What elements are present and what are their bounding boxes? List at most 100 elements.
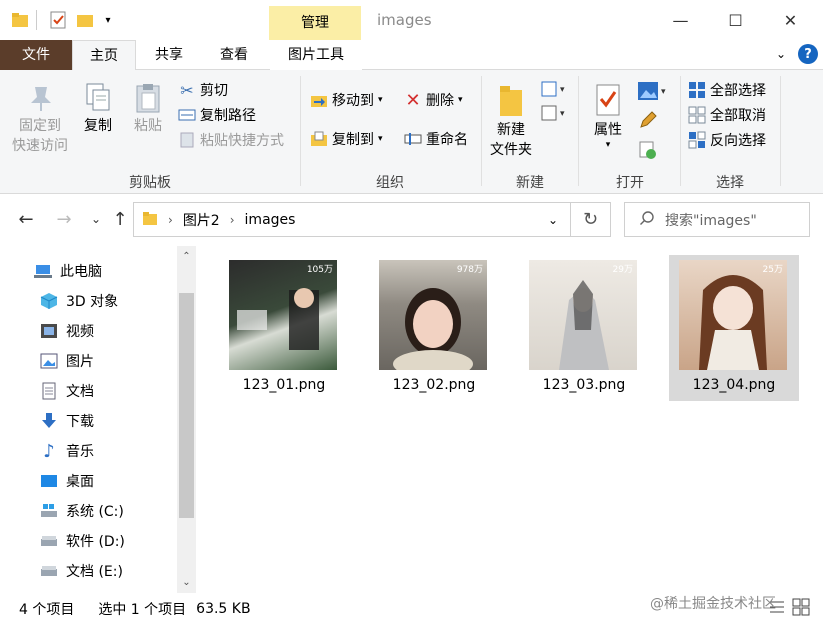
paste-shortcut-button[interactable]: 粘贴快捷方式 [178,128,284,152]
maximize-button[interactable]: ☐ [708,0,763,40]
selected-size: 63.5 KB [196,600,251,617]
nav-item-3d-objects[interactable]: 3D 对象 [40,286,118,316]
file-item[interactable]: 25万 123_04.png [669,255,799,401]
dropdown-arrow-icon: ▾ [605,140,611,150]
tab-picture-tools[interactable]: 图片工具 [270,40,362,70]
nav-item-videos[interactable]: 视频 [40,316,94,346]
folder-icon [142,210,158,230]
nav-item-music[interactable]: ♪ 音乐 [40,436,94,466]
nav-item-label: 3D 对象 [66,294,119,310]
easy-access-icon: ▾ [540,105,566,126]
breadcrumb-item[interactable]: images [245,212,296,228]
collapse-ribbon-icon[interactable]: ⌄ [771,44,791,64]
context-tab-manage[interactable]: 管理 [269,6,361,40]
drive-c-icon [40,502,58,520]
copy-path-label: 复制路径 [200,108,256,124]
view-count-badge: 25万 [762,265,783,275]
nav-item-documents[interactable]: 文档 [40,376,94,406]
nav-item-desktop[interactable]: 桌面 [40,466,94,496]
breadcrumb-item[interactable]: 图片2 [183,210,220,230]
copy-label: 复制 [84,118,112,134]
paste-button[interactable]: 粘贴 [128,80,168,136]
copy-path-button[interactable]: 复制路径 [178,103,256,127]
file-item[interactable]: 978万 123_02.png [369,255,499,401]
select-none-icon [688,106,706,124]
nav-item-this-pc[interactable]: 此电脑 [34,256,102,286]
drive-icon [40,562,58,580]
nav-item-label: 此电脑 [60,264,102,280]
copy-path-icon [178,106,196,124]
new-folder-label-line1: 新建 [497,122,525,138]
new-folder-label-line2: 文件夹 [490,142,532,158]
forward-arrow-icon[interactable]: → [52,207,76,231]
rename-label: 重命名 [426,132,468,148]
select-all-label: 全部选择 [710,83,766,99]
svg-text:▾: ▾ [560,85,565,95]
scroll-up-icon[interactable]: ⌃ [177,246,196,266]
scroll-down-icon[interactable]: ⌄ [177,572,196,592]
tab-file[interactable]: 文件 [0,40,72,70]
file-thumbnail: 29万 [529,260,637,370]
back-arrow-icon[interactable]: ← [14,207,38,231]
search-icon [639,210,655,230]
copy-button[interactable]: 复制 [78,80,118,136]
group-label-open: 打开 [616,175,644,191]
scrollbar-thumb[interactable] [179,293,194,518]
open-button[interactable]: ▾ [636,80,672,102]
new-folder-icon [486,80,536,120]
recent-locations-chevron-icon[interactable]: ⌄ [84,207,108,231]
file-item[interactable]: 29万 123_03.png [519,255,649,401]
edit-button[interactable] [638,110,660,132]
large-icons-view-icon[interactable] [792,598,810,620]
watermark: @稀土掘金技术社区 [650,596,776,612]
properties-button[interactable]: 属性 ▾ [588,80,628,150]
new-folder-button[interactable]: 新建 文件夹 [486,80,536,160]
rename-button[interactable]: 重命名 [404,127,468,151]
nav-item-label: 文档 [66,384,94,400]
pin-label-line2: 快速访问 [12,138,68,154]
divider [578,76,579,186]
nav-item-drive-c[interactable]: 系统 (C:) [40,496,124,526]
group-label-clipboard: 剪贴板 [129,175,171,191]
nav-item-drive-e[interactable]: 文档 (E:) [40,556,123,586]
nav-item-drive-d[interactable]: 软件 (D:) [40,526,125,556]
move-to-button[interactable]: 移动到 ▾ [310,88,383,112]
easy-access-button[interactable]: ▾ [540,104,568,124]
select-all-icon [688,81,706,99]
drive-icon [40,532,58,550]
select-all-button[interactable]: 全部选择 [688,78,766,102]
copy-to-icon [310,130,328,148]
invert-selection-button[interactable]: 反向选择 [688,128,766,152]
folder-icon[interactable] [10,10,30,30]
nav-item-downloads[interactable]: 下载 [40,406,94,436]
delete-button[interactable]: ✕ 删除 ▾ [404,88,462,112]
up-arrow-icon[interactable]: ↑ [108,207,132,231]
help-icon[interactable]: ? [798,44,818,64]
address-history-chevron-icon[interactable]: ⌄ [548,213,558,227]
search-input[interactable]: 搜索"images" [624,202,810,237]
cut-button[interactable]: ✂ 剪切 [178,78,228,102]
address-bar[interactable]: › 图片2 › images ⌄ [133,202,571,237]
properties-check-icon[interactable] [48,10,68,30]
tab-view[interactable]: 查看 [203,40,265,70]
copy-to-button[interactable]: 复制到 ▾ [310,127,383,151]
file-name: 123_04.png [692,377,776,393]
new-folder-icon[interactable] [75,10,95,30]
pin-quick-access-button[interactable]: 固定到 快速访问 [8,80,72,156]
file-item[interactable]: 105万 123_01.png [219,255,349,401]
history-button[interactable] [638,140,660,162]
select-none-button[interactable]: 全部取消 [688,103,766,127]
new-item-button[interactable]: ▾ [540,80,568,100]
nav-item-pictures[interactable]: 图片 [40,346,94,376]
nav-item-label: 图片 [66,354,94,370]
tab-home[interactable]: 主页 [72,40,136,71]
paste-shortcut-icon [178,131,196,149]
minimize-button[interactable]: — [653,0,708,40]
customize-quick-access-icon[interactable]: ▾ [98,10,118,30]
group-label-select: 选择 [716,175,744,191]
close-button[interactable]: ✕ [763,0,818,40]
tab-share[interactable]: 共享 [140,40,198,70]
maximize-icon: ☐ [728,10,743,30]
refresh-icon[interactable]: ↻ [571,202,611,237]
document-icon [40,382,58,400]
